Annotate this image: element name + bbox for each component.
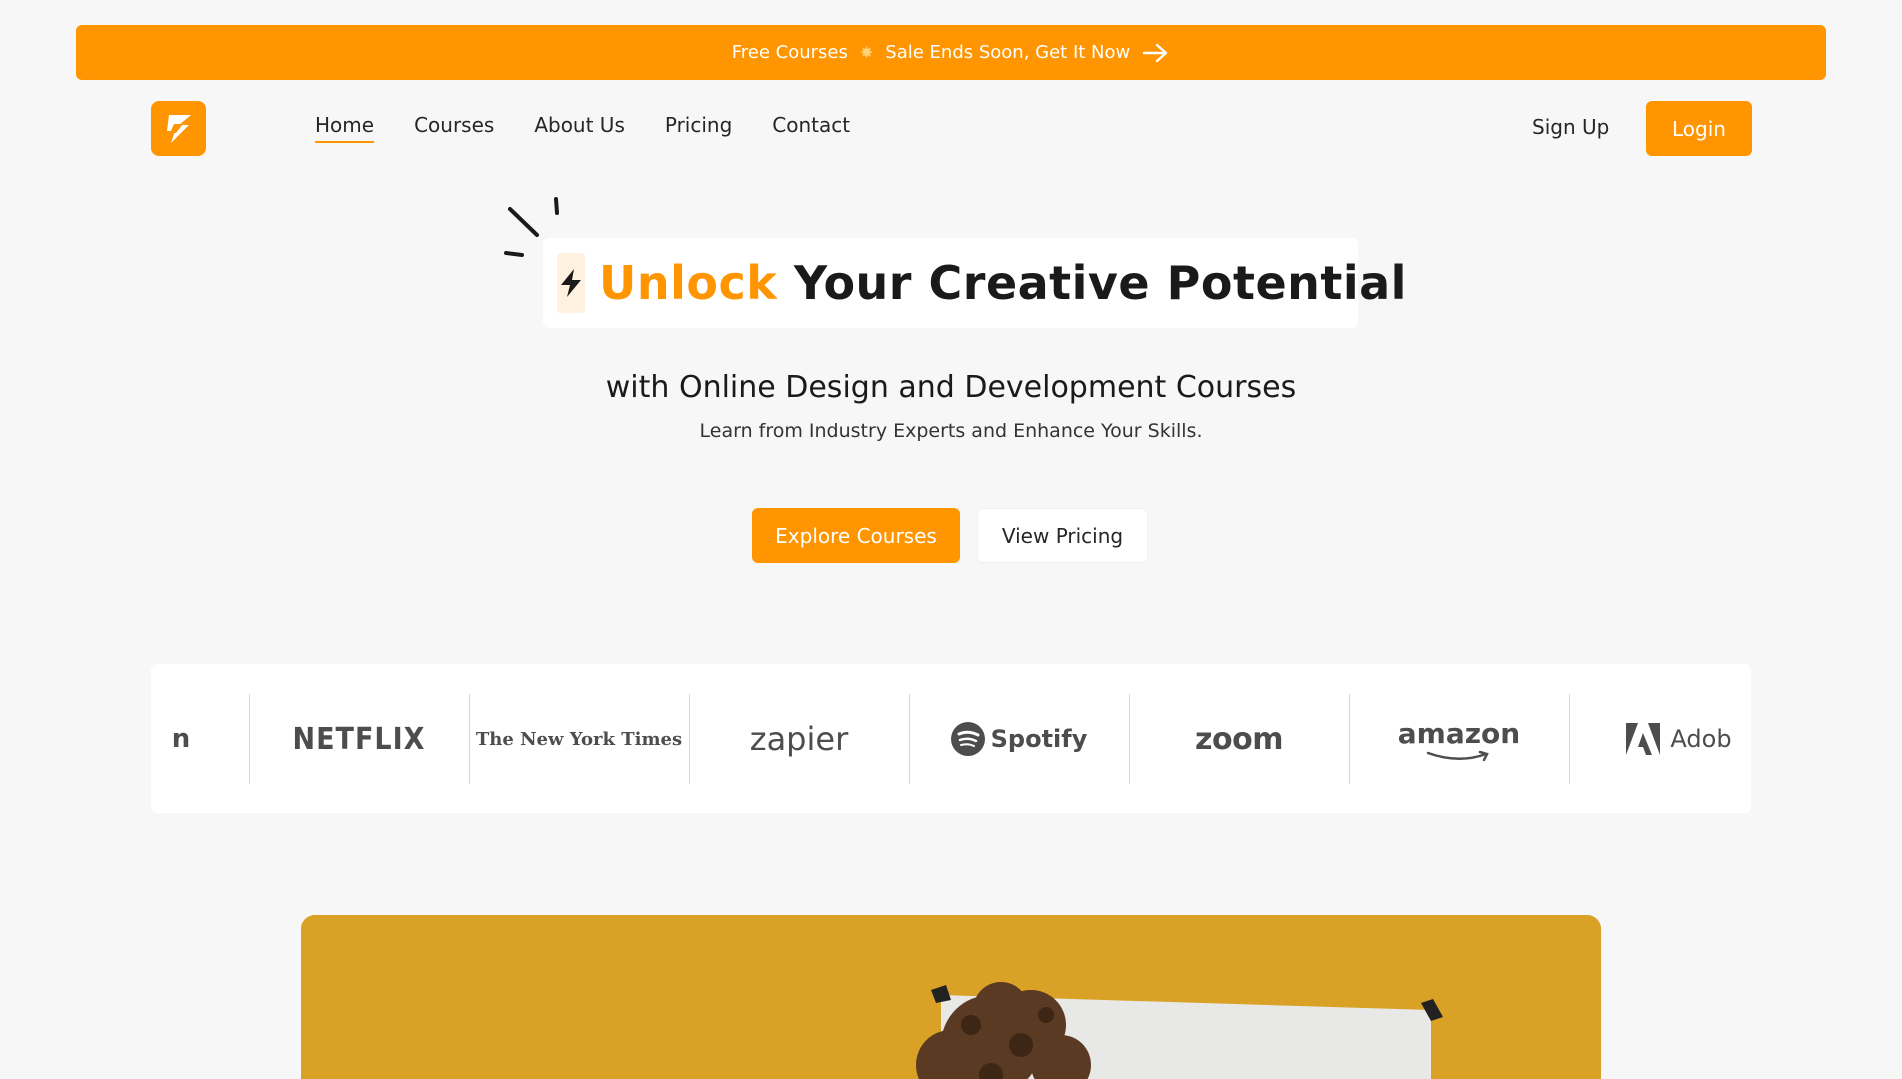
spotify-icon xyxy=(950,722,985,756)
hero-title-accent: Unlock xyxy=(599,256,778,310)
nav-contact[interactable]: Contact xyxy=(772,113,850,143)
hero-title: Unlock Your Creative Potential xyxy=(599,256,1407,310)
arrow-right-icon xyxy=(1143,43,1168,62)
login-button[interactable]: Login xyxy=(1646,101,1752,156)
adobe-wordmark: Adob xyxy=(1670,725,1732,753)
nyt-logo: The New York Times xyxy=(475,728,683,750)
adobe-icon xyxy=(1626,723,1661,755)
amazon-smile-icon xyxy=(1426,750,1489,761)
page: Free Courses ✸ Sale Ends Soon, Get It No… xyxy=(0,0,1902,1079)
amazon-logo: amazon xyxy=(1349,694,1569,784)
sign-up-button[interactable]: Sign Up xyxy=(1532,115,1609,139)
main-nav: Home Courses About Us Pricing Contact xyxy=(315,113,850,143)
zoom-logo: zoom xyxy=(1195,721,1283,757)
hero-tagline: Learn from Industry Experts and Enhance … xyxy=(699,420,1203,442)
zapier-logo: zapier xyxy=(749,720,849,758)
spotify-wordmark: Spotify xyxy=(990,725,1088,753)
brand-logo[interactable] xyxy=(151,101,206,156)
bolt-badge xyxy=(557,253,585,313)
promo-banner[interactable]: Free Courses ✸ Sale Ends Soon, Get It No… xyxy=(76,25,1826,80)
nav-home[interactable]: Home xyxy=(315,113,375,143)
nav-pricing[interactable]: Pricing xyxy=(665,113,732,143)
spotify-logo: Spotify xyxy=(909,694,1129,784)
nav-about-us[interactable]: About Us xyxy=(534,113,625,143)
banner-text-right: Sale Ends Soon, Get It Now xyxy=(885,42,1131,63)
hero-photo-illustration xyxy=(301,915,1601,1079)
banner-text-left: Free Courses xyxy=(731,42,848,63)
explore-courses-button[interactable]: Explore Courses xyxy=(752,508,960,563)
hero-title-rest: Your Creative Potential xyxy=(777,256,1407,310)
adobe-logo: Adob xyxy=(1569,694,1751,784)
netflix-logo: NETFLIX xyxy=(292,721,426,757)
hero-photo xyxy=(301,915,1601,1079)
brand-logos-strip: n NETFLIX The New York Times zapier Spot… xyxy=(151,664,1751,813)
view-pricing-button[interactable]: View Pricing xyxy=(977,508,1148,563)
nav-courses[interactable]: Courses xyxy=(414,113,494,143)
hero-subtitle: with Online Design and Development Cours… xyxy=(605,370,1297,405)
logo-mark-icon xyxy=(166,114,191,143)
hero-title-box: Unlock Your Creative Potential xyxy=(543,238,1406,328)
amazon-wordmark: amazon xyxy=(1397,716,1521,750)
lightning-icon xyxy=(561,269,581,297)
star-icon: ✸ xyxy=(859,43,874,62)
